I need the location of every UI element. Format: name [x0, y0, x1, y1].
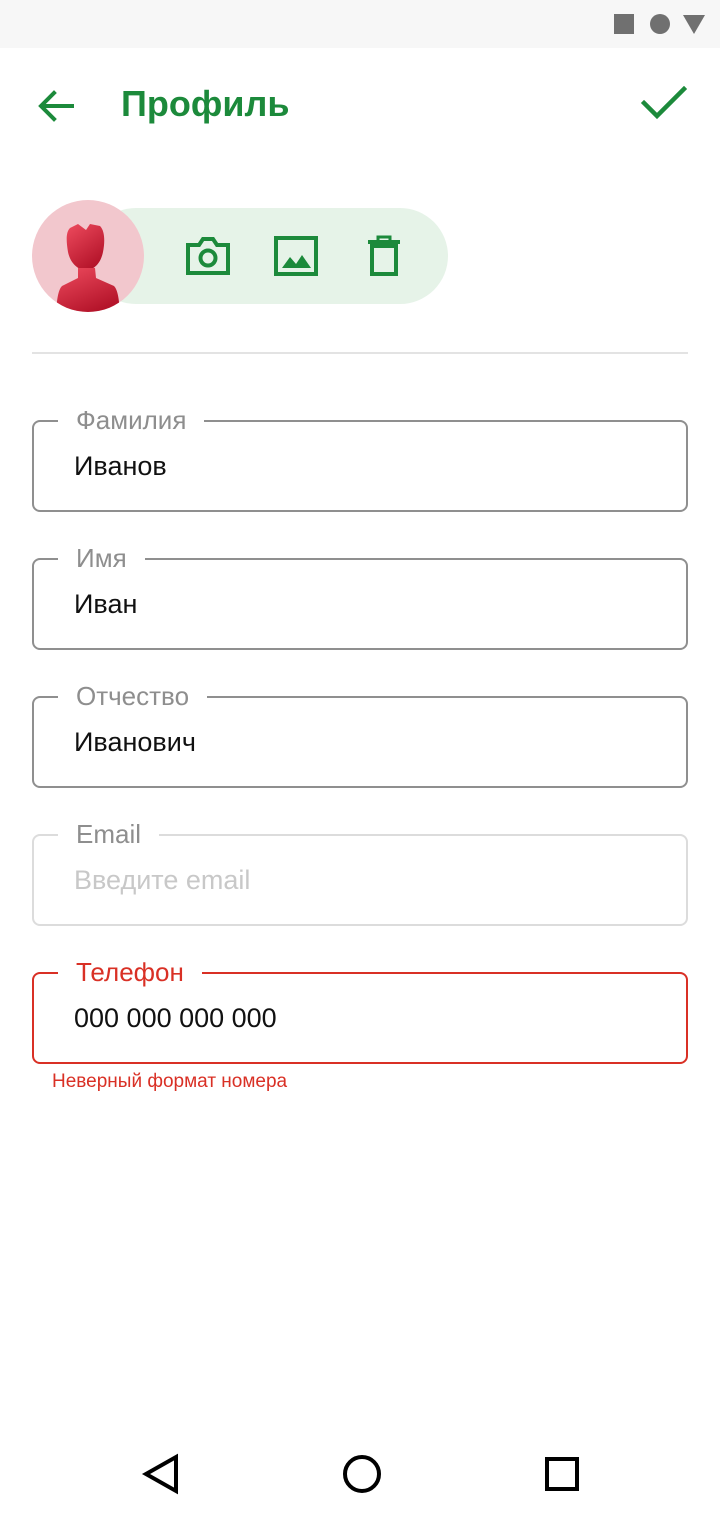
stop-square-icon [614, 14, 634, 34]
arrow-left-icon [38, 90, 74, 122]
page-title: Профиль [121, 83, 290, 124]
status-bar [0, 0, 720, 48]
first-name-input[interactable] [74, 584, 654, 624]
nav-home-button[interactable] [334, 1446, 390, 1502]
phone-error-message: Неверный формат номера [52, 1071, 288, 1092]
nav-recents-square-icon [545, 1457, 579, 1491]
check-icon [641, 86, 687, 120]
phone-label: Телефон [58, 956, 202, 988]
section-divider [32, 352, 688, 354]
profile-screen: Профиль Фамилия Иванов Имя Иван Отчество… [0, 0, 720, 1520]
trash-icon [368, 235, 400, 276]
delete-photo-button[interactable] [360, 232, 408, 280]
phone-field[interactable]: Телефон [32, 956, 688, 1064]
nav-back-button[interactable] [134, 1446, 190, 1502]
nav-home-circle-icon [343, 1455, 381, 1493]
avatar[interactable] [32, 200, 144, 312]
email-input[interactable] [74, 860, 654, 900]
take-photo-button[interactable] [184, 232, 232, 280]
middle-name-field[interactable]: Отчество [32, 680, 688, 788]
email-label: Email [58, 818, 160, 850]
middle-name-input[interactable] [74, 722, 654, 762]
phone-input[interactable] [74, 998, 654, 1038]
nav-recents-button[interactable] [534, 1446, 590, 1502]
first-name-label: Имя [58, 542, 145, 574]
first-name-field[interactable]: Имя [32, 542, 688, 650]
middle-name-label: Отчество [58, 680, 208, 712]
last-name-input[interactable] [74, 446, 654, 486]
nav-back-triangle-icon [141, 1453, 178, 1495]
back-button[interactable] [30, 80, 82, 132]
user-avatar-icon [56, 224, 120, 312]
signal-triangle-icon [683, 15, 705, 34]
image-icon [274, 236, 318, 276]
save-button[interactable] [636, 78, 692, 130]
camera-icon [186, 237, 230, 275]
choose-from-gallery-button[interactable] [272, 232, 320, 280]
last-name-field[interactable]: Фамилия [32, 404, 688, 512]
email-field[interactable]: Email [32, 818, 688, 926]
record-circle-icon [650, 14, 670, 34]
last-name-label: Фамилия [58, 404, 205, 436]
